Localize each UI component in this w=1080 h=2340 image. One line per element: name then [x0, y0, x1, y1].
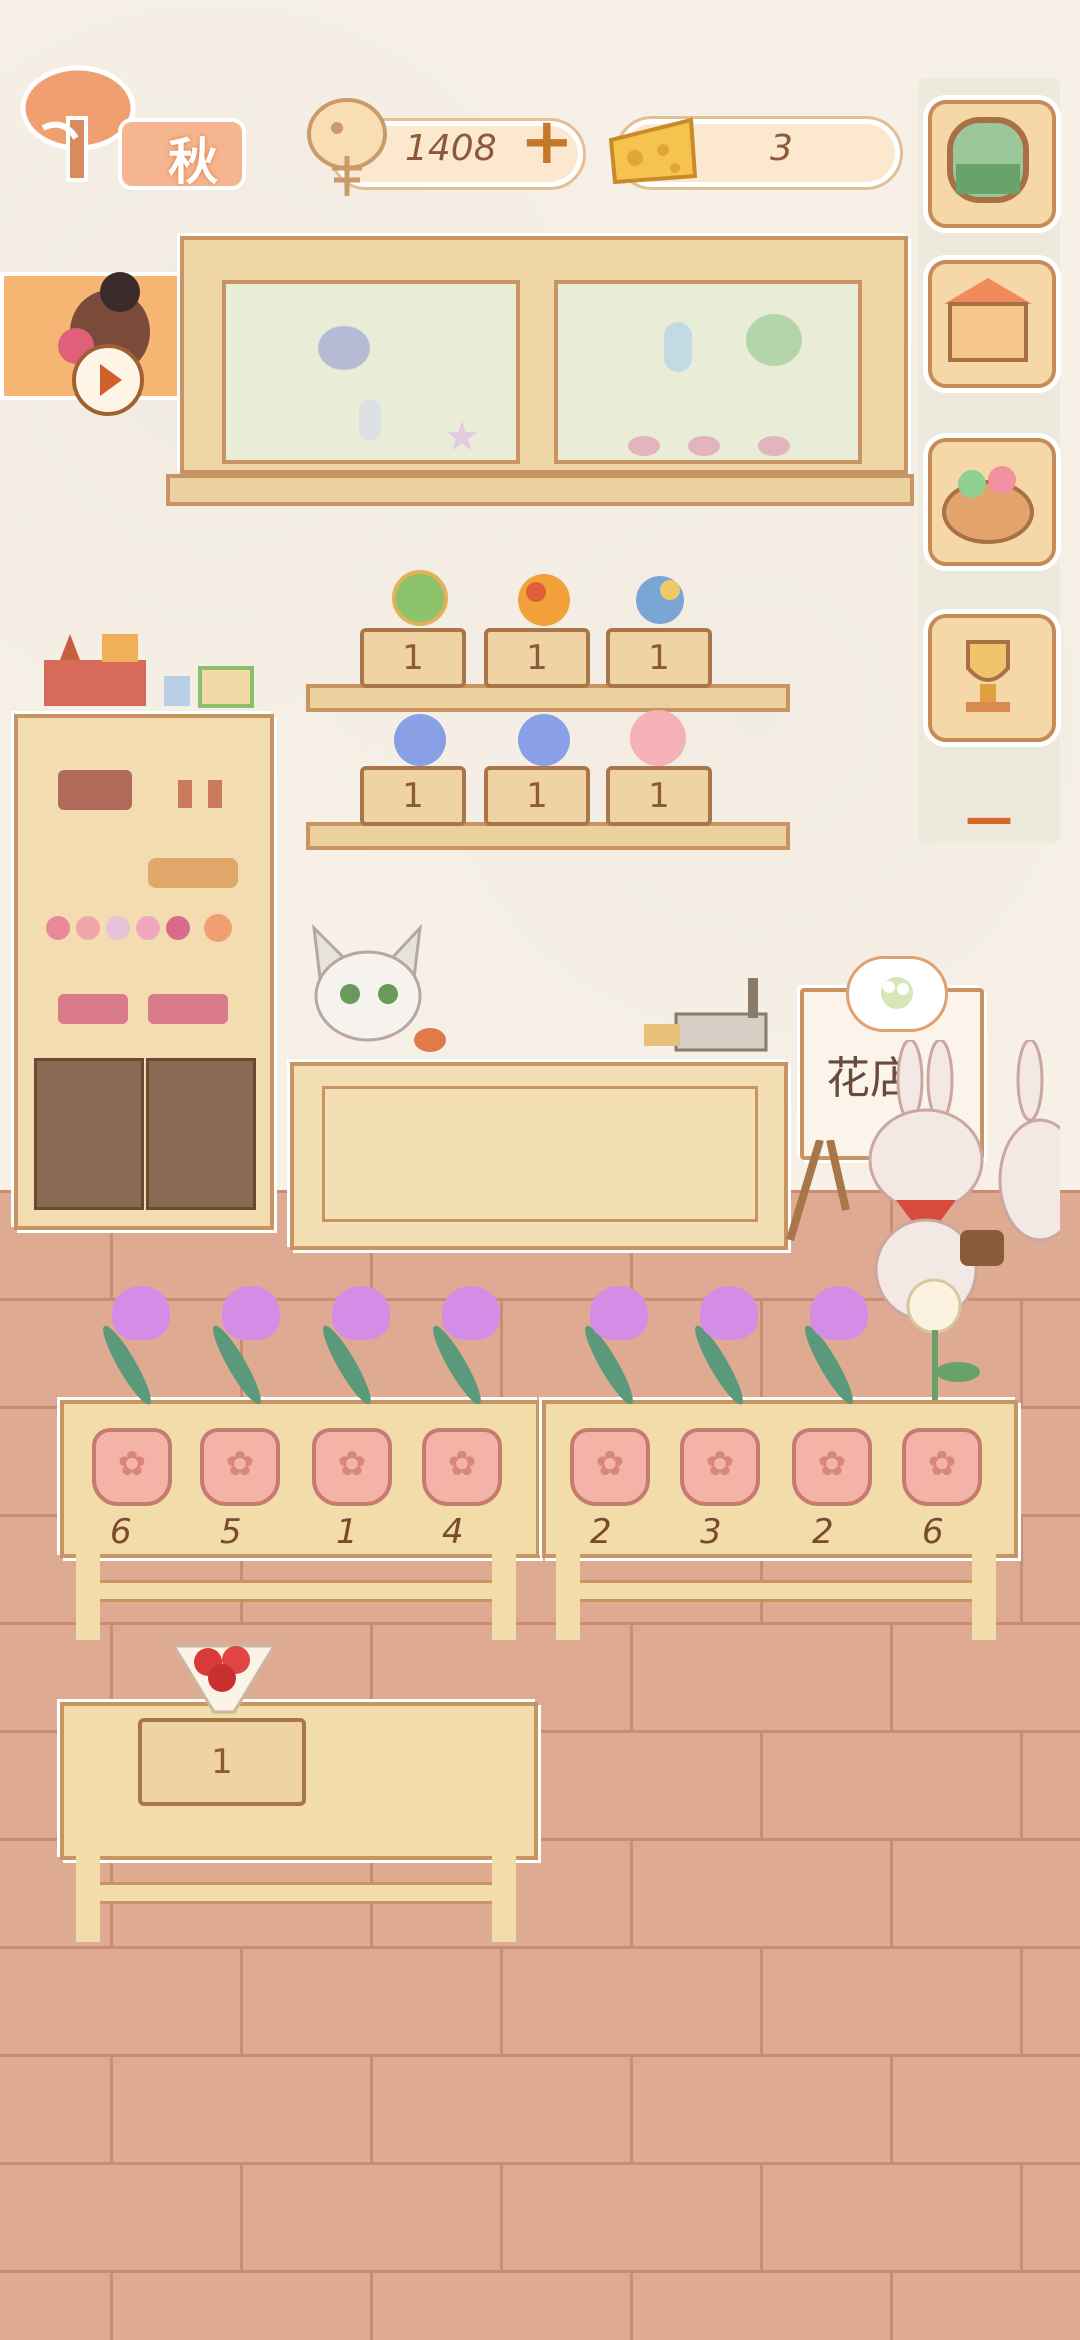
- counter-panel: [322, 1086, 758, 1222]
- glass-cabinet[interactable]: ★: [180, 236, 908, 474]
- cabinet-supplies: [46, 770, 238, 1024]
- play-button[interactable]: [72, 344, 144, 416]
- speech-bubble: [846, 956, 948, 1032]
- market-stall-button[interactable]: [928, 260, 1056, 388]
- flower-pot[interactable]: [92, 1428, 172, 1506]
- strawberry-bouquet-icon[interactable]: [164, 1626, 284, 1716]
- storage-cabinet[interactable]: [14, 714, 274, 1230]
- pot-count: 1: [336, 1512, 358, 1552]
- cabinet-door-left: [34, 1058, 144, 1210]
- white-rose: [906, 1278, 980, 1400]
- flower-pot[interactable]: [312, 1428, 392, 1506]
- cabinet-vases: ★: [318, 314, 802, 460]
- planter-left-legs: [76, 1550, 516, 1640]
- flower-pot[interactable]: [570, 1428, 650, 1506]
- sidebar-collapse-handle[interactable]: —: [965, 790, 1013, 846]
- market-stall-icon: [944, 278, 1032, 362]
- flower-pot[interactable]: [680, 1428, 760, 1506]
- trophy-button[interactable]: [928, 614, 1056, 742]
- cheese-value: 3: [770, 128, 793, 169]
- pot-count: 3: [700, 1512, 722, 1552]
- flower-basket-icon: [942, 466, 1034, 544]
- flower-pot[interactable]: [902, 1428, 982, 1506]
- tulip-bloom: [112, 1286, 170, 1340]
- cheese-icon: [608, 117, 698, 185]
- fish-bone-icon: [307, 98, 387, 196]
- tulip-bloom: [442, 1286, 500, 1340]
- bouquet-icons: [392, 570, 686, 766]
- fish-coin-value: 1408: [405, 128, 497, 169]
- trophy-icon: [966, 640, 1010, 712]
- season-badge[interactable]: 秋: [18, 58, 246, 191]
- season-label: 秋: [168, 133, 218, 191]
- table-crate[interactable]: 1: [138, 1718, 306, 1806]
- wall-shelf-bottom: [306, 822, 790, 850]
- flower-pot[interactable]: [792, 1428, 872, 1506]
- pot-count: 5: [220, 1512, 242, 1552]
- cabinet-shelf-board: [166, 474, 914, 506]
- cash-register-icon[interactable]: [636, 974, 776, 1064]
- pot-count: 2: [590, 1512, 612, 1552]
- tulip-bloom: [810, 1286, 868, 1340]
- add-coins-button[interactable]: +: [520, 110, 574, 174]
- pot-count: 4: [442, 1512, 464, 1552]
- shop-counter[interactable]: [290, 1062, 788, 1250]
- display-table-legs: [76, 1852, 516, 1942]
- pot-count: 6: [110, 1512, 132, 1552]
- planter-right-legs: [556, 1550, 996, 1640]
- flower-pot[interactable]: [422, 1428, 502, 1506]
- tulip-bloom: [700, 1286, 758, 1340]
- flower-bubble-icon: [881, 977, 913, 1009]
- window-icon: [947, 117, 1029, 203]
- gift-boxes-icon: [44, 634, 254, 708]
- play-icon: [100, 364, 122, 396]
- flower-pot[interactable]: [200, 1428, 280, 1506]
- pot-count: 2: [812, 1512, 834, 1552]
- tulip-bloom: [590, 1286, 648, 1340]
- cat-shopkeeper[interactable]: [300, 918, 450, 1058]
- window-button[interactable]: [928, 100, 1056, 228]
- flower-basket-button[interactable]: [928, 438, 1056, 566]
- tulip-bloom: [332, 1286, 390, 1340]
- pot-count: 6: [922, 1512, 944, 1552]
- cabinet-door-right: [146, 1058, 256, 1210]
- tulip-bloom: [222, 1286, 280, 1340]
- svg-text:★: ★: [444, 414, 480, 460]
